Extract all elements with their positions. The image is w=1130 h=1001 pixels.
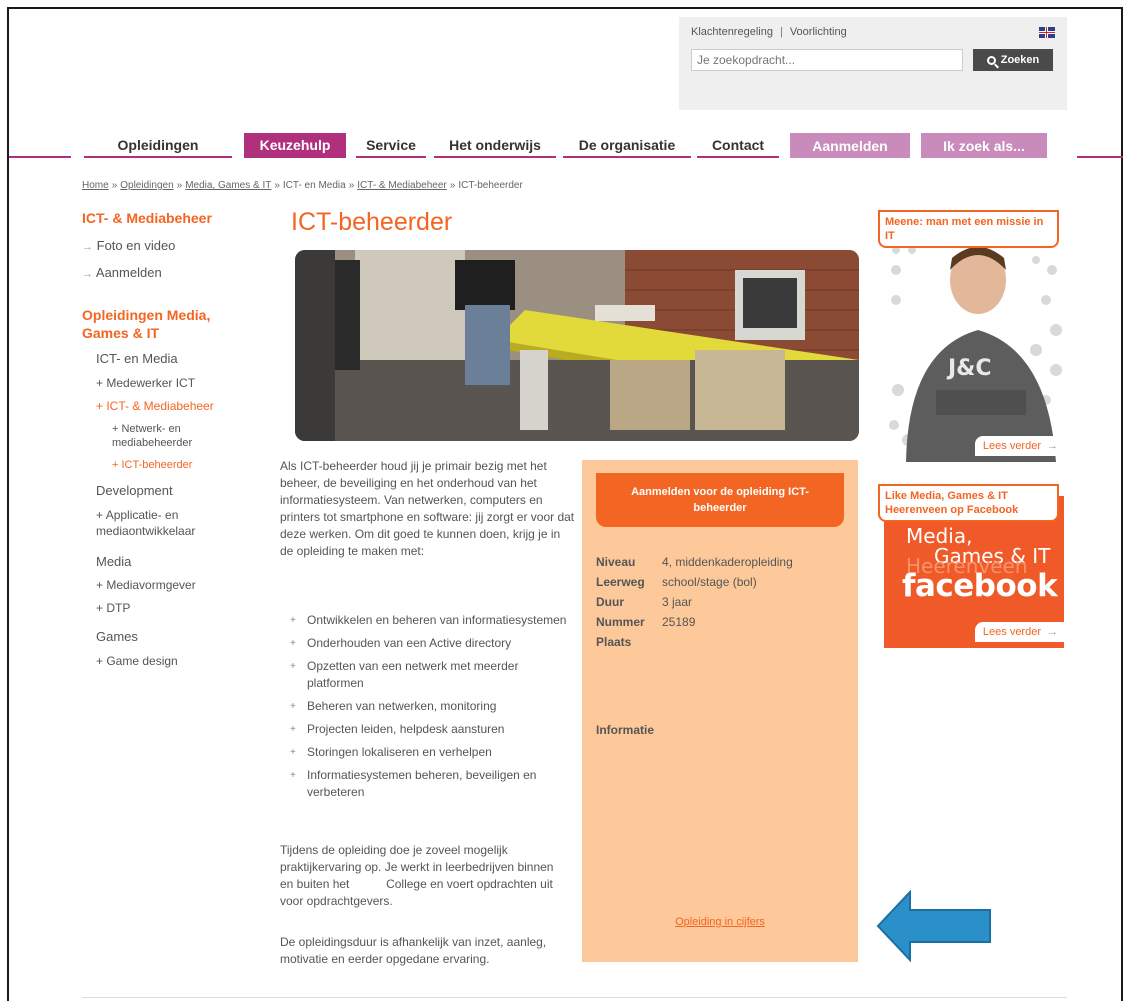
footer-divider (82, 997, 1067, 998)
utility-separator: | (779, 26, 783, 38)
apply-course-button[interactable]: Aanmelden voor de opleiding ICT-beheerde… (596, 473, 844, 527)
breadcrumb-opleidingen[interactable]: Opleidingen (120, 180, 173, 191)
skills-list: Ontwikkelen en beheren van informatiesys… (288, 612, 568, 807)
breadcrumb-ict-mediabeheer[interactable]: ICT- & Mediabeheer (357, 180, 447, 191)
nav-keuzehulp[interactable]: Keuzehulp (244, 133, 346, 158)
nav-line-right (1077, 156, 1123, 158)
nav-line-left (9, 156, 71, 158)
list-item: Storingen lokaliseren en verhelpen (288, 744, 568, 761)
utility-links: Klachtenregeling | Voorlichting (691, 26, 847, 38)
arrow-right-icon: → (1047, 626, 1058, 638)
promo-tag-facebook[interactable]: Like Media, Games & IT Heerenveen op Fac… (878, 484, 1059, 522)
course-figures-link[interactable]: Opleiding in cijfers (582, 916, 858, 928)
sidebar-group-ict-en-media[interactable]: ICT- en Media (96, 351, 178, 366)
student-photo: J&C (886, 240, 1066, 462)
list-item: Opzetten van een netwerk met meerder pla… (288, 658, 568, 692)
page-title: ICT-beheerder (291, 208, 453, 236)
info-label: Informatie (596, 723, 655, 737)
arrow-right-icon: → (82, 268, 93, 280)
list-item: Beheren van netwerken, monitoring (288, 698, 568, 715)
hero-photo (295, 250, 859, 441)
practice-text: Tijdens de opleiding doe je zoveel mogel… (280, 843, 557, 908)
intro-text: Als ICT-beheerder houd jij je primair be… (280, 459, 575, 558)
search-button-label: Zoeken (1000, 54, 1040, 66)
search-input[interactable] (691, 49, 963, 71)
promo-student-story[interactable]: Meene: man met een missie in IT J&C Lees… (878, 210, 1066, 462)
english-flag-icon[interactable] (1039, 27, 1055, 38)
breadcrumb-media-games-it[interactable]: Media, Games & IT (185, 180, 271, 191)
arrow-right-icon: → (1047, 440, 1058, 452)
sidebar-heading-mediabeheer[interactable]: ICT- & Mediabeheer (82, 210, 212, 226)
nav-service[interactable]: Service (356, 133, 426, 158)
promo-facebook[interactable]: Like Media, Games & IT Heerenveen op Fac… (878, 484, 1066, 648)
sidebar-item-ict-mediabeheer[interactable]: + ICT- & Mediabeheer (96, 399, 214, 413)
classroom-photo (295, 250, 859, 441)
sidebar-subitem-ict-beheerder[interactable]: + ICT-beheerder (112, 458, 192, 472)
sidebar-item-mediavormgever[interactable]: + Mediavormgever (96, 578, 196, 592)
facebook-logo-icon: facebook (902, 568, 1058, 604)
list-item: Projecten leiden, helpdesk aansturen (288, 721, 568, 738)
sidebar-item-foto-en-video[interactable]: → Foto en video (82, 238, 175, 253)
sidebar-item-aanmelden[interactable]: → Aanmelden (82, 265, 162, 280)
breadcrumb-current: ICT-beheerder (458, 180, 523, 191)
duration-text: De opleidingsduur is afhankelijk van inz… (280, 935, 547, 966)
nav-opleidingen[interactable]: Opleidingen (84, 133, 232, 158)
promo-read-more-2[interactable]: Lees verder → (974, 622, 1066, 642)
course-info-box: Aanmelden voor de opleiding ICT-beheerde… (582, 460, 858, 962)
nav-de-organisatie[interactable]: De organisatie (563, 133, 691, 158)
svg-text:J&C: J&C (946, 356, 992, 381)
information-link[interactable]: Voorlichting (790, 26, 847, 38)
annotation-arrow-icon (876, 890, 991, 962)
nav-ik-zoek-als-button[interactable]: Ik zoek als... (921, 133, 1047, 158)
nav-aanmelden-button[interactable]: Aanmelden (790, 133, 910, 158)
breadcrumb-home[interactable]: Home (82, 180, 109, 191)
complaints-link[interactable]: Klachtenregeling (691, 26, 773, 38)
search-button[interactable]: Zoeken (973, 49, 1053, 71)
sidebar-item-applicatie[interactable]: + Applicatie- en mediaontwikkelaar (96, 507, 246, 539)
promo-read-more-1[interactable]: Lees verder → (974, 436, 1066, 456)
sidebar-item-game-design[interactable]: + Game design (96, 654, 178, 668)
sidebar-group-media[interactable]: Media (96, 554, 131, 569)
breadcrumb-ict-en-media: ICT- en Media (282, 180, 346, 191)
nav-contact[interactable]: Contact (697, 133, 779, 158)
sidebar-group-development[interactable]: Development (96, 483, 173, 498)
sidebar-subitem-netwerk[interactable]: + Netwerk- en mediabeheerder (112, 422, 232, 450)
nav-het-onderwijs[interactable]: Het onderwijs (434, 133, 556, 158)
list-item: Onderhouden van een Active directory (288, 635, 568, 652)
sidebar-item-dtp[interactable]: + DTP (96, 601, 130, 615)
list-item: Ontwikkelen en beheren van informatiesys… (288, 612, 568, 629)
list-item: Informatiesystemen beheren, beveiligen e… (288, 767, 568, 801)
sidebar-item-medewerker-ict[interactable]: + Medewerker ICT (96, 376, 195, 390)
sidebar-heading-opleidingen[interactable]: Opleidingen Media, Games & IT (82, 306, 242, 342)
sidebar-group-games[interactable]: Games (96, 629, 138, 644)
breadcrumb: Home» Opleidingen» Media, Games & IT» ICT- … (82, 180, 523, 191)
student-photo-graphic: J&C (889, 246, 1062, 462)
promo-tag-student[interactable]: Meene: man met een missie in IT (878, 210, 1059, 248)
utility-bar: Klachtenregeling | Voorlichting Zoeken (679, 17, 1067, 110)
search-icon (986, 55, 996, 65)
arrow-right-icon: → (82, 241, 93, 253)
